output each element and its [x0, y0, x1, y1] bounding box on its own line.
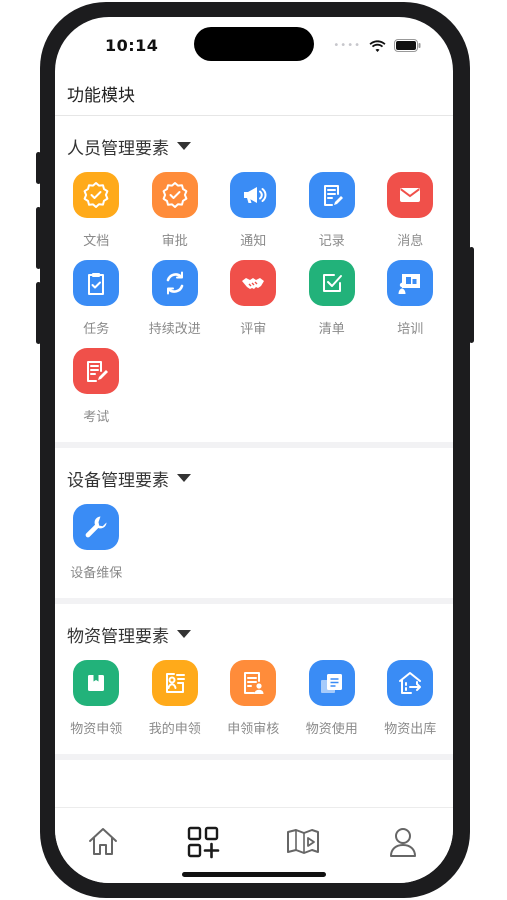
- page-header: 功能模块: [55, 75, 453, 116]
- pages-icon[interactable]: [308, 660, 355, 706]
- book-video-icon[interactable]: [283, 822, 323, 862]
- module-item[interactable]: 任务: [57, 260, 136, 348]
- battery-icon: [394, 39, 421, 52]
- envelope-icon[interactable]: [387, 172, 434, 218]
- module-label: 消息: [397, 234, 424, 249]
- warehouse-out-icon[interactable]: [387, 660, 434, 706]
- section-title-label: 设备管理要素: [67, 470, 169, 491]
- module-item[interactable]: 消息: [371, 172, 450, 260]
- dynamic-island: [194, 27, 314, 61]
- module-item[interactable]: 记录: [293, 172, 372, 260]
- module-item[interactable]: 评审: [214, 260, 293, 348]
- caret-down-icon[interactable]: [177, 630, 191, 638]
- module-label: 物资申领: [70, 722, 123, 737]
- section-3: 物资管理要素物资申领 我的申领 申领审核 物资使用 物资出库: [55, 604, 453, 760]
- module-label: 我的申领: [148, 722, 201, 737]
- module-label: 物资出库: [384, 722, 437, 737]
- page-title: 功能模块: [67, 86, 135, 106]
- module-item[interactable]: 持续改进: [136, 260, 215, 348]
- module-label: 申领审核: [227, 722, 280, 737]
- clipboard-check-icon[interactable]: [73, 260, 120, 306]
- module-label: 持续改进: [148, 322, 201, 337]
- phone-screen: 10:14 •••• 功能模块 人员管理要素文档 审批 通知 记录 消息任务 持续改进 评审…: [55, 17, 453, 883]
- section-title[interactable]: 物资管理要素: [55, 604, 453, 647]
- module-label: 记录: [318, 234, 345, 249]
- contact-card-icon[interactable]: [151, 660, 198, 706]
- megaphone-icon[interactable]: [230, 172, 277, 218]
- module-label: 设备维保: [70, 566, 123, 581]
- section-title-label: 物资管理要素: [67, 626, 169, 647]
- module-label: 清单: [318, 322, 345, 337]
- volume-up-button: [36, 207, 41, 269]
- module-grid: 物资申领 我的申领 申领审核 物资使用 物资出库: [55, 644, 453, 754]
- module-item[interactable]: 文档: [57, 172, 136, 260]
- status-time: 10:14: [105, 36, 159, 55]
- exam-edit-icon[interactable]: [73, 348, 120, 394]
- module-grid: 文档 审批 通知 记录 消息任务 持续改进 评审 清单 培训考试: [55, 156, 453, 442]
- caret-down-icon[interactable]: [177, 474, 191, 482]
- module-item[interactable]: 清单: [293, 260, 372, 348]
- presentation-icon[interactable]: [387, 260, 434, 306]
- home-icon[interactable]: [83, 822, 123, 862]
- volume-down-button: [36, 282, 41, 344]
- status-indicators: ••••: [333, 39, 421, 52]
- module-item[interactable]: 审批: [136, 172, 215, 260]
- document-edit-icon[interactable]: [308, 172, 355, 218]
- handshake-icon[interactable]: [230, 260, 277, 306]
- status-bar: 10:14 ••••: [55, 17, 453, 75]
- module-label: 物资使用: [305, 722, 358, 737]
- apps-add-icon[interactable]: [183, 822, 223, 862]
- section-title[interactable]: 人员管理要素: [55, 116, 453, 159]
- section-2: 设备管理要素设备维保: [55, 448, 453, 604]
- signal-dots-icon: ••••: [333, 40, 361, 51]
- section-title[interactable]: 设备管理要素: [55, 448, 453, 491]
- module-item[interactable]: 设备维保: [57, 504, 136, 592]
- module-item[interactable]: 培训: [371, 260, 450, 348]
- silent-switch: [36, 152, 41, 184]
- module-item[interactable]: 申领审核: [214, 660, 293, 748]
- cycle-icon[interactable]: [151, 260, 198, 306]
- module-label: 培训: [397, 322, 424, 337]
- section-title-label: 人员管理要素: [67, 138, 169, 159]
- module-label: 通知: [240, 234, 267, 249]
- module-label: 评审: [240, 322, 267, 337]
- module-label: 任务: [83, 322, 110, 337]
- module-item[interactable]: 物资使用: [293, 660, 372, 748]
- module-grid: 设备维保: [55, 488, 453, 598]
- user-icon[interactable]: [383, 822, 423, 862]
- power-button: [469, 247, 474, 343]
- section-1: 人员管理要素文档 审批 通知 记录 消息任务 持续改进 评审 清单 培训考试: [55, 116, 453, 448]
- wrench-icon[interactable]: [73, 504, 120, 550]
- module-label: 审批: [161, 234, 188, 249]
- box-icon[interactable]: [73, 660, 120, 706]
- module-item[interactable]: 通知: [214, 172, 293, 260]
- module-item[interactable]: 考试: [57, 348, 136, 436]
- review-list-icon[interactable]: [230, 660, 277, 706]
- wifi-icon: [369, 39, 386, 52]
- module-item[interactable]: 物资出库: [371, 660, 450, 748]
- module-label: 考试: [83, 410, 110, 425]
- module-item[interactable]: 物资申领: [57, 660, 136, 748]
- checkbox-icon[interactable]: [308, 260, 355, 306]
- module-item[interactable]: 我的申领: [136, 660, 215, 748]
- badge-check-icon[interactable]: [73, 172, 120, 218]
- home-indicator: [182, 872, 326, 877]
- caret-down-icon[interactable]: [177, 142, 191, 150]
- module-label: 文档: [83, 234, 110, 249]
- badge-check-icon[interactable]: [151, 172, 198, 218]
- module-list[interactable]: 人员管理要素文档 审批 通知 记录 消息任务 持续改进 评审 清单 培训考试设备管理要素设备维保…: [55, 116, 453, 806]
